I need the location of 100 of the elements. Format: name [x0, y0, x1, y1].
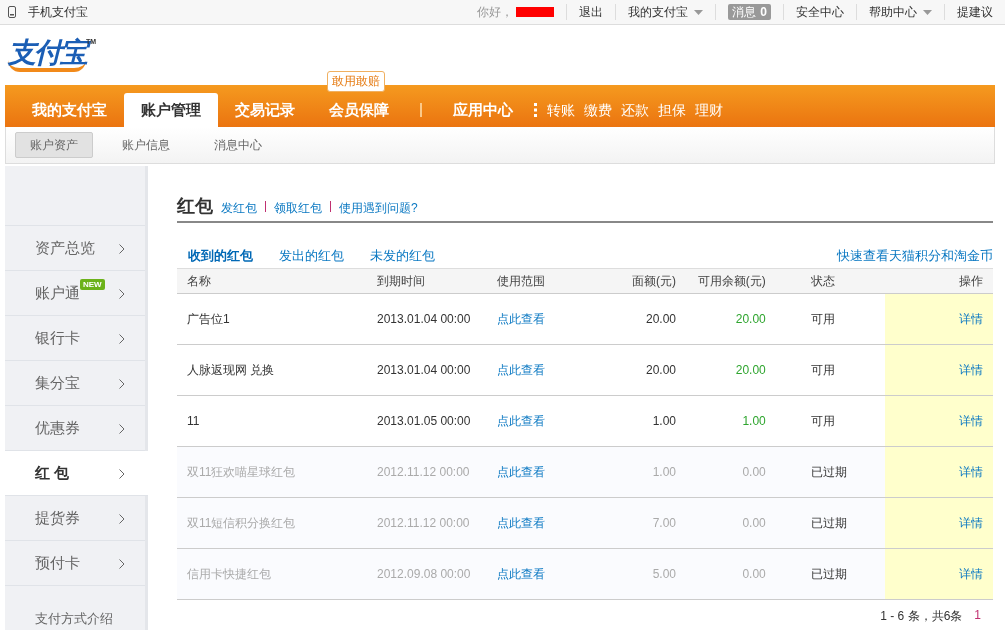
view-link[interactable]: 点此查看: [496, 464, 545, 479]
phone-icon: [8, 6, 16, 18]
table-cell: 2012.09.08 00:00: [377, 567, 471, 581]
new-badge: NEW: [80, 279, 105, 290]
table-cell: 双11短信积分换红包: [187, 515, 296, 530]
view-link[interactable]: 点此查看: [496, 515, 545, 530]
table-cell: 11: [187, 414, 200, 428]
details-link[interactable]: 详情: [959, 413, 983, 428]
top-link[interactable]: 安全中心: [796, 3, 844, 21]
details-link[interactable]: 详情: [959, 566, 983, 581]
view-link[interactable]: 点此查看: [496, 311, 545, 326]
table-cell: 已过期: [810, 566, 847, 581]
title-link[interactable]: 发红包: [221, 200, 257, 217]
column-header: 名称: [177, 268, 367, 294]
top-link[interactable]: 退出: [579, 3, 604, 21]
sidebar-item[interactable]: 集分宝: [5, 361, 145, 406]
nav-tab[interactable]: 我的支付宝: [15, 93, 124, 127]
table-cell: 可用: [810, 413, 835, 428]
sub-tab[interactable]: 账户信息: [107, 132, 185, 158]
nav-tab[interactable]: 应用中心: [436, 93, 530, 127]
details-link[interactable]: 详情: [959, 515, 983, 530]
nav-link[interactable]: 还款: [621, 93, 649, 127]
table-cell: 5.00: [652, 567, 677, 581]
column-header: 到期时间: [367, 268, 487, 294]
mobile-link[interactable]: 手机支付宝: [28, 3, 88, 21]
greeting-text: 你好，: [477, 3, 514, 21]
sidebar-link[interactable]: 支付方式介绍: [35, 611, 113, 626]
content-tab[interactable]: 发出的红包: [279, 247, 344, 265]
column-header: 状态: [775, 268, 886, 294]
top-link[interactable]: 帮助中心: [869, 3, 932, 21]
table-cell: 2013.01.05 00:00: [377, 414, 471, 428]
table-cell: 人脉返现网 兑换: [187, 362, 275, 377]
table-cell: 2013.01.04 00:00: [377, 312, 471, 326]
table-cell: 已过期: [810, 464, 847, 479]
sidebar-item[interactable]: 资产总览: [5, 226, 145, 271]
table-cell: 0.00: [742, 567, 766, 581]
table-cell: 2012.11.12 00:00: [377, 465, 470, 479]
table-cell: 1.00: [742, 414, 766, 428]
table-cell: 双11狂欢喵星球红包: [187, 464, 296, 479]
title-link[interactable]: 领取红包: [274, 200, 322, 217]
chevron-right-icon: [119, 424, 125, 434]
nav-tab[interactable]: 账户管理: [124, 93, 218, 127]
messages-badge[interactable]: 消息 0: [728, 4, 771, 20]
logo[interactable]: 支付宝$^{TM}$: [8, 38, 97, 72]
redacted-name-block: [516, 7, 555, 17]
view-link[interactable]: 点此查看: [496, 566, 545, 581]
view-link[interactable]: 点此查看: [496, 362, 545, 377]
chevron-right-icon: [119, 244, 125, 254]
sub-tab[interactable]: 消息中心: [199, 132, 277, 158]
nav-link[interactable]: 缴费: [584, 93, 612, 127]
sidebar-item[interactable]: 预付卡: [5, 541, 145, 586]
column-header: 使用范围: [486, 268, 587, 294]
table-cell: 可用: [810, 362, 835, 377]
caret-icon: [923, 9, 932, 15]
content-tab[interactable]: 收到的红包: [188, 247, 253, 265]
details-link[interactable]: 详情: [959, 311, 983, 326]
table-cell: 广告位1: [187, 311, 230, 326]
details-link[interactable]: 详情: [959, 464, 983, 479]
page-title: 红包: [177, 195, 213, 218]
dots-icon: [534, 103, 537, 117]
chevron-right-icon: [119, 514, 125, 524]
table-cell: 20.00: [646, 363, 677, 377]
details-link[interactable]: 详情: [959, 362, 983, 377]
table-cell: 2012.11.12 00:00: [377, 516, 470, 530]
nav-link[interactable]: 转账: [547, 93, 575, 127]
sidebar-item[interactable]: 银行卡: [5, 316, 145, 361]
table-cell: 1.00: [652, 414, 677, 428]
view-link[interactable]: 点此查看: [496, 413, 545, 428]
chevron-right-icon: [119, 289, 125, 299]
table-cell: 7.00: [652, 516, 677, 530]
link[interactable]: 快速查看天猫积分和淘金币: [837, 247, 993, 265]
column-header: 面额(元): [586, 268, 687, 294]
content-tab[interactable]: 未发的红包: [370, 247, 435, 265]
table-cell: 可用: [810, 311, 835, 326]
nav-tab[interactable]: 会员保障: [312, 93, 406, 127]
table-cell: 0.00: [742, 465, 766, 479]
column-header: 操作: [885, 268, 993, 294]
chevron-right-icon: [119, 559, 125, 569]
table-cell: 20.00: [646, 312, 677, 326]
top-link[interactable]: 我的支付宝: [628, 3, 704, 21]
sidebar-item[interactable]: 提货券: [5, 496, 145, 541]
title-link[interactable]: 使用遇到问题?: [339, 200, 418, 217]
table-cell: 2013.01.04 00:00: [377, 363, 471, 377]
nav-link[interactable]: 理财: [695, 93, 723, 127]
page-link[interactable]: 1: [974, 608, 981, 625]
table-cell: 1.00: [652, 465, 677, 479]
table-cell: 20.00: [735, 363, 766, 377]
nav-tab[interactable]: 交易记录: [218, 93, 312, 127]
promo-badge: 敢用敢赔: [327, 71, 385, 92]
nav-link[interactable]: 担保: [658, 93, 686, 127]
caret-icon: [694, 9, 704, 15]
table-cell: 0.00: [742, 516, 766, 530]
table-cell: 20.00: [735, 312, 766, 326]
table-cell: 信用卡快捷红包: [187, 566, 271, 581]
sidebar-item[interactable]: 红 包: [5, 451, 148, 496]
table-cell: 已过期: [810, 515, 847, 530]
column-header: 可用余额(元): [686, 268, 776, 294]
sub-tab[interactable]: 账户资产: [15, 132, 93, 158]
top-link[interactable]: 提建议: [957, 3, 993, 21]
chevron-right-icon: [119, 334, 125, 344]
